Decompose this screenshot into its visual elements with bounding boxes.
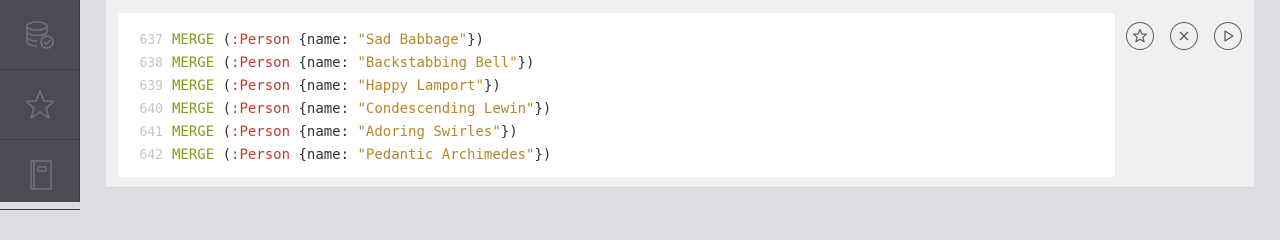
close-brace-paren: }) [467,32,484,48]
star-icon [25,89,55,119]
string-value: "Pedantic Archimedes" [349,147,535,163]
close-brace-paren: }) [500,124,518,140]
line-number: 642 [139,148,163,163]
keyword: MERGE [172,55,215,71]
sidebar-item-favorites[interactable] [0,70,80,140]
open-paren: ( [214,32,232,48]
keyword: MERGE [172,78,215,94]
open-brace: { [290,32,307,48]
string-value: "Backstabbing Bell" [349,55,518,71]
run-button[interactable] [1214,22,1242,50]
property-key: name: [306,32,350,48]
string-value: "Adoring Swirles" [349,124,501,140]
code-line: 640 MERGE (:Person {name: "Condescending … [118,98,1115,121]
open-paren: ( [214,55,232,71]
code-line: 638 MERGE (:Person {name: "Backstabbing B… [118,52,1115,75]
sidebar-item-guides[interactable] [0,140,80,210]
code-line: 642 MERGE (:Person {name: "Pedantic Archi… [118,144,1115,167]
open-paren: ( [214,147,232,163]
node-label: :Person [231,124,291,140]
keyword: MERGE [172,32,215,48]
code-line: 641 MERGE (:Person {name: "Adoring Swirle… [118,121,1115,144]
code-line: 639 MERGE (:Person {name: "Happy Lamport"… [118,75,1115,98]
code-editor[interactable]: 637 MERGE (:Person {name: "Sad Babbage"})… [118,13,1115,177]
property-key: name: [306,78,350,94]
sidebar-item-database[interactable] [0,0,80,70]
property-key: name: [306,147,350,163]
close-brace-paren: }) [483,78,501,94]
property-key: name: [306,55,350,71]
string-value: "Happy Lamport" [349,78,484,94]
node-label: :Person [231,147,291,163]
keyword: MERGE [172,124,215,140]
query-frame: 637 MERGE (:Person {name: "Sad Babbage"})… [105,0,1255,188]
close-brace-paren: }) [517,55,535,71]
sidebar [0,0,80,210]
clear-button[interactable] [1170,22,1198,50]
database-icon [26,20,54,49]
line-number: 640 [139,102,163,117]
main-content: 637 MERGE (:Person {name: "Sad Babbage"})… [81,0,1280,202]
open-brace: { [290,124,307,140]
play-icon [1224,30,1234,42]
editor-actions [1126,22,1242,50]
property-key: name: [306,101,350,117]
book-icon [30,159,52,190]
line-number: 639 [139,79,163,94]
open-brace: { [290,78,307,94]
string-value: "Sad Babbage" [349,32,468,48]
property-key: name: [306,124,350,140]
open-brace: { [290,55,307,71]
node-label: :Person [231,101,291,117]
node-label: :Person [231,78,291,94]
open-brace: { [290,147,307,163]
close-brace-paren: }) [534,147,552,163]
node-label: :Person [231,55,291,71]
line-number: 641 [139,125,163,140]
line-number: 638 [139,56,163,71]
close-brace-paren: }) [534,101,552,117]
open-paren: ( [214,124,232,140]
close-icon [1179,31,1189,41]
star-icon [1132,28,1148,43]
string-value: "Condescending Lewin" [349,101,535,117]
line-number: 637 [139,33,163,48]
keyword: MERGE [172,147,215,163]
node-label: :Person [231,32,291,48]
open-paren: ( [214,101,232,117]
code-line: 637 MERGE (:Person {name: "Sad Babbage"}) [118,29,1115,52]
favorite-button[interactable] [1126,22,1154,50]
open-brace: { [290,101,307,117]
open-paren: ( [214,78,232,94]
keyword: MERGE [172,101,215,117]
